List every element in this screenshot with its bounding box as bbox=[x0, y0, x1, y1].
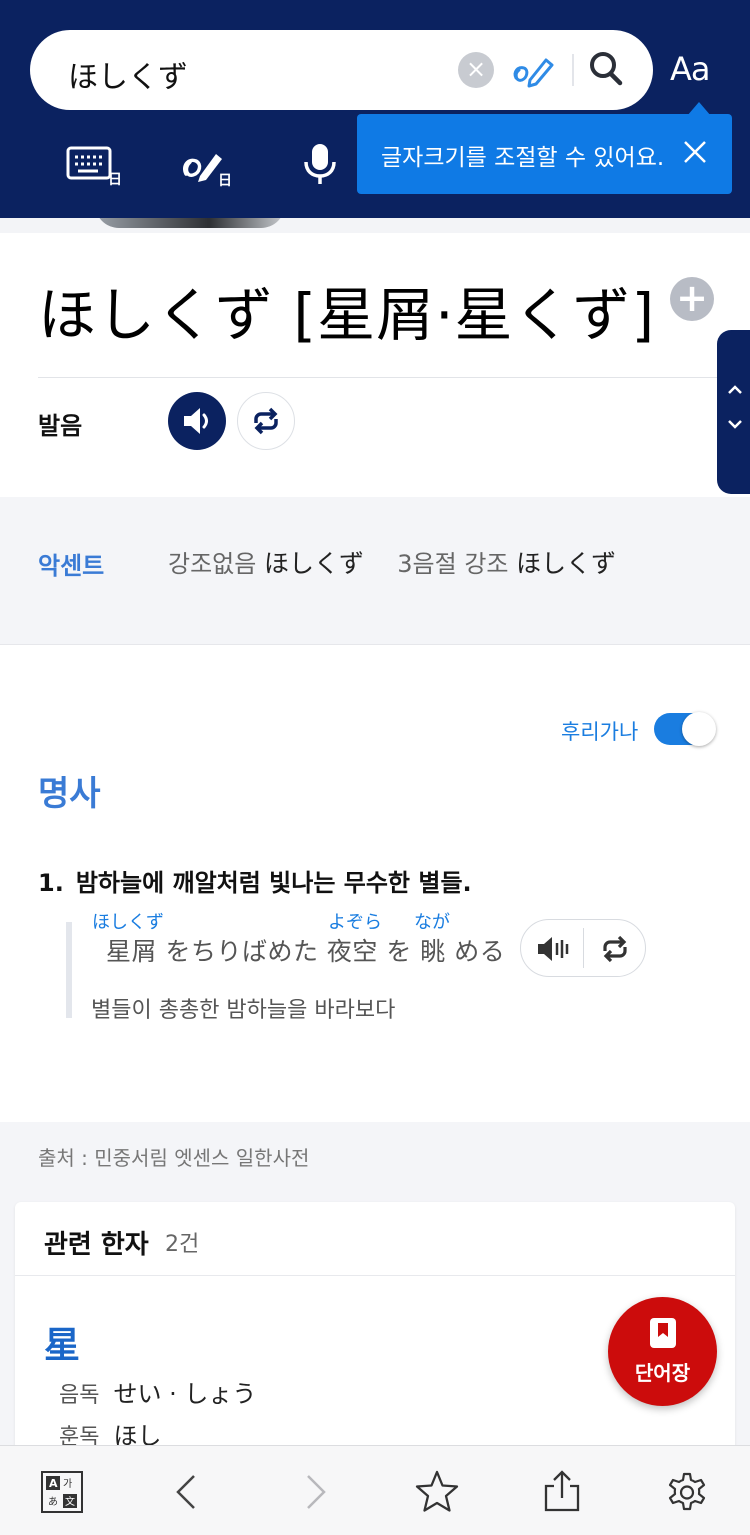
entry-navigator[interactable] bbox=[717, 330, 750, 494]
settings-gear-icon[interactable] bbox=[663, 1468, 711, 1516]
font-size-button[interactable]: Aa bbox=[670, 50, 710, 88]
repeat-icon bbox=[254, 407, 278, 435]
close-icon[interactable] bbox=[679, 136, 711, 168]
svg-text:日: 日 bbox=[218, 173, 232, 188]
play-pronunciation-button[interactable] bbox=[168, 392, 226, 450]
accent-kana: ほしくず bbox=[263, 549, 364, 578]
example-bar bbox=[66, 922, 72, 1018]
bookmark-icon bbox=[650, 1318, 676, 1348]
search-bar[interactable]: ほしくず × bbox=[30, 30, 653, 110]
header-bar: ほしくず × Aa 日 日 글자크기를 조절할 수 있어요. bbox=[0, 0, 750, 218]
chevron-up-icon[interactable] bbox=[725, 380, 745, 400]
on-reading-label: 음독 bbox=[59, 1383, 100, 1408]
accent-type: 강조없음 bbox=[168, 550, 257, 578]
definition: 1. 밤하늘에 깨알처럼 빛나는 무수한 별들. bbox=[38, 863, 472, 898]
svg-text:가: 가 bbox=[63, 1478, 72, 1490]
translate-icon[interactable]: A 가 あ 文 bbox=[38, 1468, 86, 1516]
accent-kana: ほしくず bbox=[516, 549, 617, 578]
accent-type: 3음절 강조 bbox=[397, 550, 509, 578]
microphone-icon[interactable] bbox=[300, 140, 340, 188]
svg-text:あ: あ bbox=[48, 1496, 58, 1508]
source-text: 출처 : 민중서림 엣센스 일한사전 bbox=[38, 1146, 310, 1170]
toggle-knob bbox=[682, 712, 716, 746]
clear-search-button[interactable]: × bbox=[458, 52, 494, 88]
repeat-pronunciation-button[interactable] bbox=[237, 392, 295, 450]
definition-number: 1. bbox=[38, 869, 64, 897]
share-icon[interactable] bbox=[538, 1468, 586, 1516]
divider bbox=[583, 928, 584, 968]
banner-image bbox=[0, 218, 750, 233]
search-divider bbox=[572, 54, 574, 86]
kanji-link[interactable]: 星 bbox=[44, 1316, 80, 1368]
search-icon[interactable] bbox=[586, 48, 626, 90]
bottom-navigation: A 가 あ 文 bbox=[0, 1445, 750, 1535]
font-size-tooltip: 글자크기를 조절할 수 있어요. bbox=[357, 114, 732, 194]
wordbook-label: 단어장 bbox=[634, 1361, 691, 1385]
keyboard-icon[interactable]: 日 bbox=[64, 140, 122, 188]
furigana-text: なが bbox=[414, 912, 450, 933]
handwriting-input-icon[interactable]: 日 bbox=[180, 140, 236, 188]
accent-list: 강조없음 ほしくず 3음절 강조 ほしくず bbox=[168, 544, 616, 580]
furigana-toggle[interactable] bbox=[654, 712, 716, 746]
add-to-wordbook-button[interactable]: + bbox=[670, 277, 714, 321]
chevron-down-icon[interactable] bbox=[725, 414, 745, 434]
repeat-icon[interactable] bbox=[597, 931, 633, 967]
forward-icon[interactable] bbox=[290, 1468, 338, 1516]
example-audio-controls[interactable] bbox=[520, 919, 646, 977]
speaker-icon bbox=[184, 408, 208, 434]
entry-title: ほしくず [星屑·星くず] bbox=[38, 281, 656, 349]
star-icon[interactable] bbox=[413, 1468, 461, 1516]
definition-text: 밤하늘에 깨알처럼 빛나는 무수한 별들. bbox=[75, 869, 472, 897]
furigana-label: 후리가나 bbox=[561, 720, 639, 744]
card-title: 관련 한자 bbox=[44, 1230, 149, 1260]
speaker-icon[interactable] bbox=[535, 932, 571, 966]
part-of-speech: 명사 bbox=[38, 774, 101, 814]
svg-text:文: 文 bbox=[65, 1495, 75, 1508]
divider bbox=[38, 377, 718, 378]
svg-text:日: 日 bbox=[108, 172, 122, 188]
svg-text:A: A bbox=[49, 1477, 58, 1490]
pronunciation-label: 발음 bbox=[38, 412, 83, 440]
furigana-text: よぞら bbox=[328, 912, 382, 933]
wordbook-button[interactable]: 단어장 bbox=[608, 1297, 717, 1406]
tooltip-text: 글자크기를 조절할 수 있어요. bbox=[381, 145, 665, 171]
example-korean: 별들이 총총한 밤하늘을 바라보다 bbox=[91, 998, 396, 1023]
on-reading-value: せい · しょう bbox=[113, 1380, 257, 1408]
banner-graphic bbox=[95, 218, 285, 228]
accent-section: 악센트 강조없음 ほしくず 3음절 강조 ほしくず bbox=[0, 497, 750, 645]
search-input[interactable]: ほしくず bbox=[68, 52, 188, 96]
card-header: 관련 한자 2건 bbox=[15, 1202, 735, 1276]
handwriting-icon[interactable] bbox=[510, 50, 558, 90]
furigana-text: ほしくず bbox=[92, 912, 164, 933]
on-reading-row: 음독 せい · しょう bbox=[59, 1374, 256, 1409]
back-icon[interactable] bbox=[164, 1468, 212, 1516]
example-japanese: 星屑 をちりばめた 夜空 を 眺 める bbox=[106, 937, 506, 966]
accent-label: 악센트 bbox=[38, 552, 105, 580]
card-count: 2건 bbox=[165, 1232, 200, 1257]
